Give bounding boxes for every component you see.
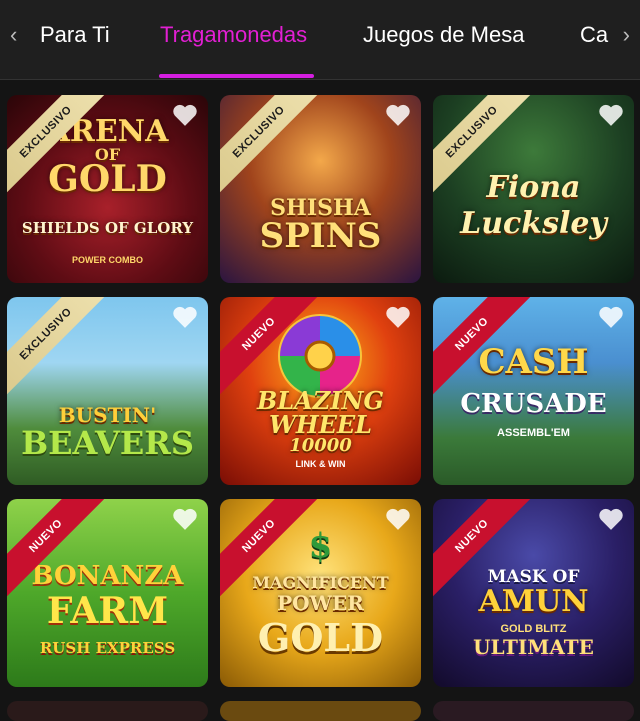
chevron-left-icon[interactable]: ‹: [10, 24, 17, 46]
game-title-line: MAGNIFICENT: [252, 573, 389, 592]
game-tile-partial[interactable]: [433, 701, 634, 721]
heart-icon[interactable]: [172, 507, 198, 531]
heart-icon[interactable]: [172, 305, 198, 329]
category-tab-bar: ‹ Para Ti Tragamonedas Juegos de Mesa Ca…: [0, 0, 640, 80]
game-title-line: AMUN: [478, 584, 589, 619]
game-title-line: WHEEL: [268, 410, 373, 439]
game-tile-cash-crusade[interactable]: CASH CRUSADE ASSEMBL'EM NUEVO: [433, 297, 634, 485]
game-subtitle: LINK & WIN: [295, 459, 346, 469]
heart-icon[interactable]: [385, 103, 411, 127]
game-tile-bustin-beavers[interactable]: BUSTIN' BEAVERS EXCLUSIVO: [7, 297, 208, 485]
game-tile-fiona-lucksley[interactable]: Fiona Lucksley EXCLUSIVO: [433, 95, 634, 283]
tab-partial[interactable]: Ca: [580, 22, 608, 48]
game-title-line: Fiona: [486, 170, 581, 205]
heart-icon[interactable]: [385, 305, 411, 329]
game-title-line: CRUSADE: [460, 389, 607, 419]
active-tab-indicator: [159, 74, 314, 78]
game-title-line: BEAVERS: [21, 424, 194, 462]
game-title-line: FARM: [46, 590, 169, 632]
game-title-line: BUSTIN': [58, 403, 157, 427]
game-subtitle: RUSH EXPRESS: [39, 639, 176, 657]
tab-para-ti[interactable]: Para Ti: [40, 22, 110, 48]
game-title-line: GOLD: [48, 158, 167, 200]
game-subtitle: GOLD BLITZ: [500, 623, 567, 635]
game-title-line: GOLD: [257, 615, 384, 660]
tab-juegos-de-mesa[interactable]: Juegos de Mesa: [363, 22, 524, 48]
game-title-line: SPINS: [259, 216, 382, 256]
game-tile-bonanza-farm[interactable]: BONANZA FARM RUSH EXPRESS NUEVO: [7, 499, 208, 687]
game-title-line: Lucksley: [460, 206, 607, 241]
game-title-line: POWER: [277, 591, 364, 615]
game-title-line: 10000: [289, 435, 352, 456]
game-tile-blazing-wheel[interactable]: BLAZING WHEEL 10000 LINK & WIN NUEVO: [220, 297, 421, 485]
game-tagline: ULTIMATE: [473, 635, 594, 659]
game-tile-magnificent-power-gold[interactable]: $ MAGNIFICENT POWER GOLD NUEVO: [220, 499, 421, 687]
game-tile-arena-of-gold[interactable]: ARENA OF GOLD SHIELDS OF GLORY POWER COM…: [7, 95, 208, 283]
heart-icon[interactable]: [598, 305, 624, 329]
heart-icon[interactable]: [598, 103, 624, 127]
chevron-right-icon[interactable]: ›: [623, 24, 630, 46]
game-subtitle: SHIELDS OF GLORY: [21, 219, 194, 237]
heart-icon[interactable]: [598, 507, 624, 531]
game-tile-partial[interactable]: [7, 701, 208, 721]
game-tile-shisha-spins[interactable]: SHISHA SPINS EXCLUSIVO: [220, 95, 421, 283]
game-tagline: POWER COMBO: [72, 255, 143, 265]
game-title-line: BONANZA: [31, 561, 184, 591]
heart-icon[interactable]: [385, 507, 411, 531]
tab-tragamonedas[interactable]: Tragamonedas: [160, 22, 307, 48]
game-tile-partial[interactable]: [220, 701, 421, 721]
game-tile-mask-of-amun[interactable]: MASK OF AMUN GOLD BLITZ ULTIMATE NUEVO: [433, 499, 634, 687]
heart-icon[interactable]: [172, 103, 198, 127]
game-subtitle: ASSEMBL'EM: [497, 427, 570, 439]
